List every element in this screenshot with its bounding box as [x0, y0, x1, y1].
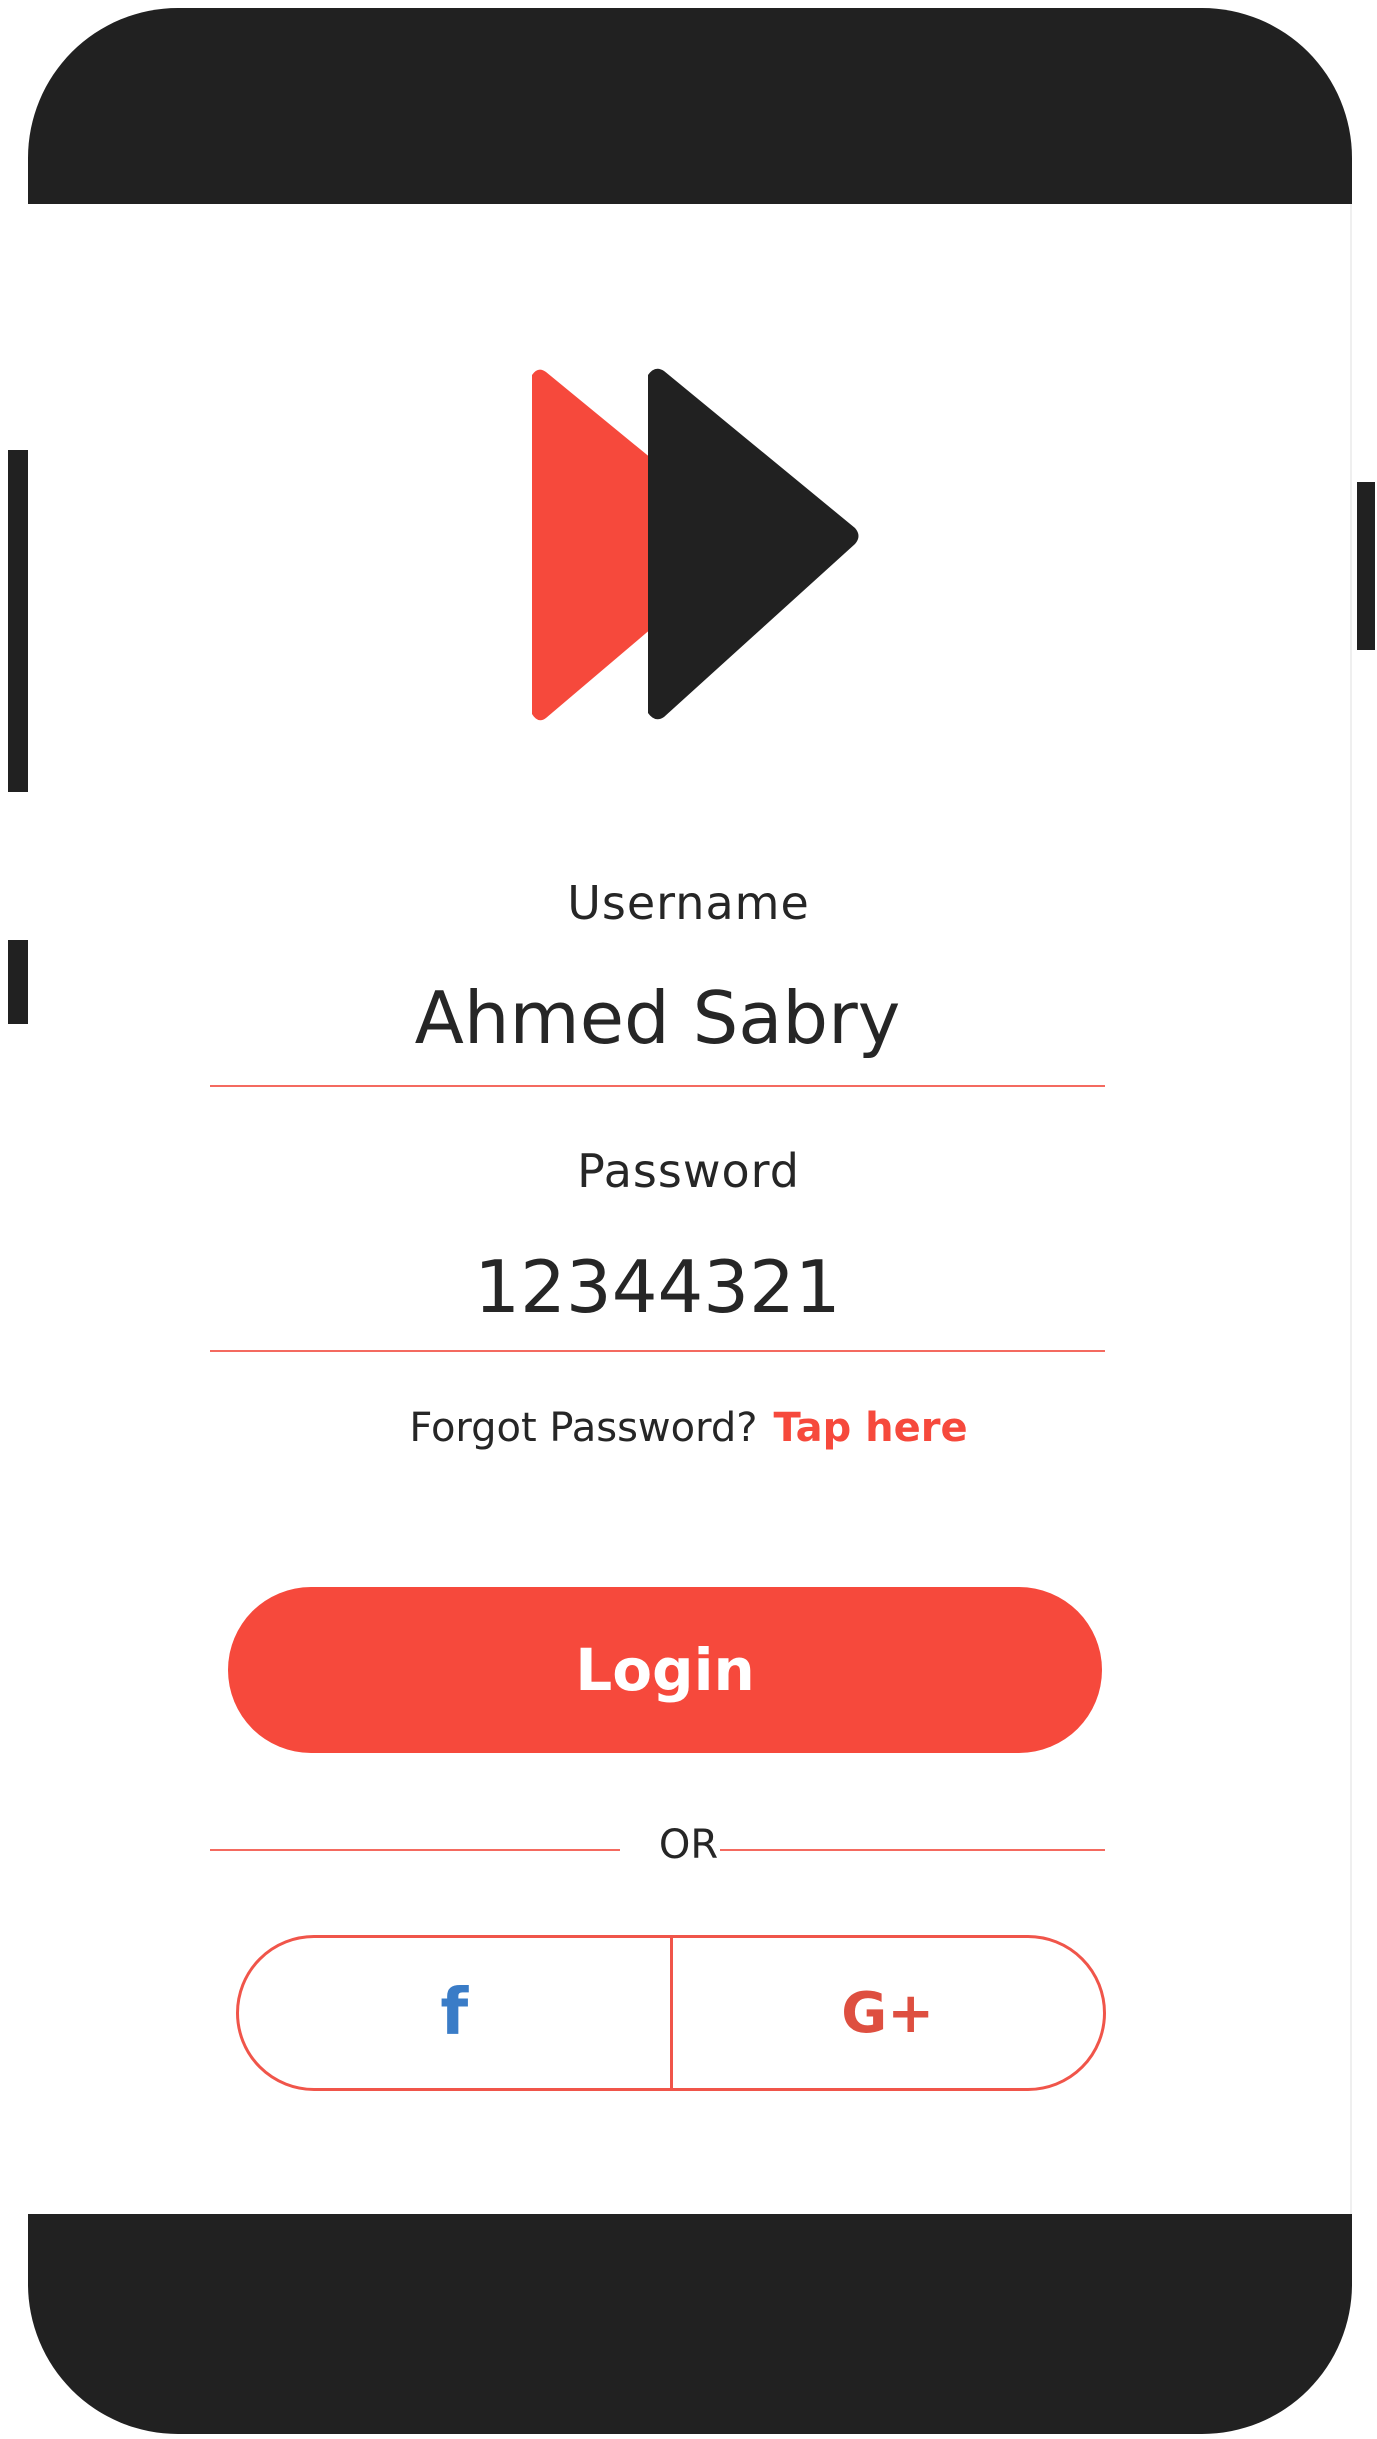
facebook-login-button[interactable]: f — [239, 1938, 670, 2088]
username-label: Username — [567, 876, 810, 930]
app-logo — [532, 368, 859, 721]
tap-here-link[interactable]: Tap here — [773, 1405, 967, 1451]
facebook-icon: f — [440, 1976, 469, 2050]
phone-frame-bottom — [28, 2214, 1352, 2434]
logo-dark-triangle — [648, 368, 859, 720]
password-label: Password — [577, 1144, 800, 1198]
silent-switch — [8, 940, 28, 1024]
google-plus-icon: G+ — [841, 1980, 935, 2046]
username-underline — [210, 1085, 1105, 1087]
password-input[interactable] — [210, 1237, 1105, 1337]
volume-button — [8, 450, 28, 792]
forgot-password-text: Forgot Password? — [409, 1405, 758, 1451]
phone-frame-top — [28, 8, 1352, 204]
or-divider-right — [720, 1849, 1105, 1851]
username-input[interactable] — [210, 968, 1105, 1068]
password-underline — [210, 1350, 1105, 1352]
social-login-group: f G+ — [236, 1935, 1106, 2091]
power-button — [1357, 482, 1375, 650]
or-label: OR — [658, 1822, 719, 1868]
login-button[interactable]: Login — [228, 1587, 1102, 1753]
google-plus-login-button[interactable]: G+ — [673, 1938, 1104, 2088]
forgot-password-row: Forgot Password? Tap here — [0, 1405, 1377, 1451]
